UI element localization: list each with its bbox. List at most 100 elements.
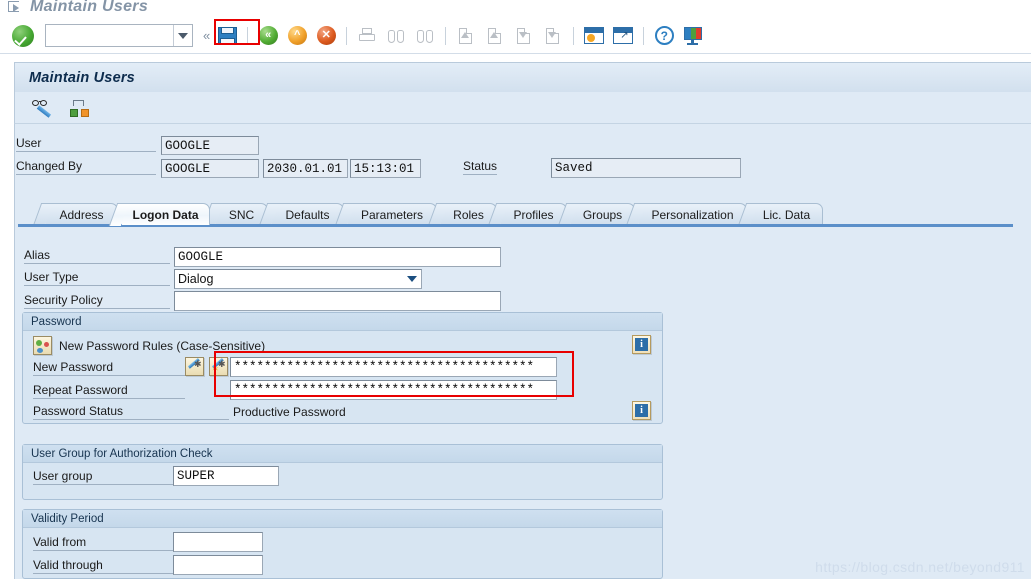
changed-by-row: Changed By	[16, 159, 156, 175]
status-label: Status	[463, 159, 498, 175]
first-page-button[interactable]	[453, 23, 479, 49]
valid-from-row: Valid from	[33, 535, 173, 551]
previous-page-button[interactable]	[482, 23, 508, 49]
customize-monitor-icon	[683, 26, 703, 45]
tab-label: Lic. Data	[762, 207, 811, 222]
tab-groups[interactable]: Groups	[557, 203, 635, 226]
create-shortcut-button[interactable]: ↗	[610, 23, 636, 49]
floppy-disk-icon	[217, 26, 237, 45]
security-policy-label: Security Policy	[24, 293, 170, 309]
suggest-password-button[interactable]: ✱ ✶	[209, 357, 228, 376]
valid-through-input[interactable]	[173, 555, 263, 575]
password-rules-info-button[interactable]: i	[632, 335, 651, 354]
new-password-rules-row[interactable]: New Password Rules (Case-Sensitive)	[33, 336, 265, 355]
help-button[interactable]: ?	[651, 23, 677, 49]
user-type-select[interactable]: Dialog	[174, 269, 422, 289]
main-toolbar: « « ^ ✕ ↗ ?	[0, 18, 1031, 54]
new-password-input[interactable]: ****************************************	[230, 357, 557, 377]
cancel-x-icon: ✕	[316, 26, 336, 45]
printer-icon	[357, 27, 377, 45]
shortcut-icon: ↗	[613, 27, 634, 44]
status-field: Saved	[551, 158, 741, 178]
print-button[interactable]	[354, 23, 380, 49]
chevron-down-icon[interactable]	[403, 276, 421, 282]
create-session-button[interactable]	[581, 23, 607, 49]
user-type-row: User Type	[24, 270, 170, 286]
alias-row: Alias	[24, 248, 170, 264]
password-rules-people-icon[interactable]	[33, 336, 52, 355]
binoculars-plus-icon	[415, 27, 435, 45]
info-i-icon: i	[635, 338, 648, 351]
window-title-bar: Maintain Users	[0, 0, 1031, 18]
toolbar-divider	[247, 26, 249, 45]
valid-from-label: Valid from	[33, 535, 173, 551]
user-label: User	[16, 136, 156, 152]
find-button[interactable]	[383, 23, 409, 49]
exit-button[interactable]: ^	[284, 23, 310, 49]
back-arrow-icon: «	[258, 26, 278, 45]
user-row: User	[16, 136, 156, 152]
changed-time-field[interactable]: 15:13:01	[350, 159, 421, 178]
next-page-button[interactable]	[511, 23, 537, 49]
customize-button[interactable]	[680, 23, 706, 49]
alias-input[interactable]: GOOGLE	[174, 247, 501, 267]
help-question-icon: ?	[654, 26, 674, 45]
structure-nodes-icon	[69, 99, 91, 117]
save-button[interactable]	[214, 23, 240, 49]
cancel-button[interactable]: ✕	[313, 23, 339, 49]
tab-defaults[interactable]: Defaults	[258, 203, 344, 226]
last-page-icon	[543, 27, 563, 45]
changed-by-field[interactable]: GOOGLE	[161, 159, 259, 178]
first-page-icon	[456, 27, 476, 45]
back-button[interactable]: «	[255, 23, 281, 49]
previous-page-icon	[485, 27, 505, 45]
toolbar-divider	[573, 26, 575, 45]
display-change-toggle-button[interactable]	[31, 95, 57, 121]
security-policy-input[interactable]	[174, 291, 501, 311]
toolbar-collapse-icon[interactable]: «	[202, 28, 211, 43]
repeat-password-row: Repeat Password	[33, 383, 185, 399]
new-password-row: New Password	[33, 360, 185, 376]
changed-date-field[interactable]: 2030.01.01	[263, 159, 348, 178]
create-session-icon	[584, 27, 605, 44]
glasses-pencil-icon	[32, 99, 56, 118]
toolbar-divider	[445, 26, 447, 45]
tab-label: Defaults	[285, 207, 330, 222]
password-status-label: Password Status	[33, 404, 229, 420]
tab-personalization[interactable]: Personalization	[625, 203, 747, 226]
user-group-label: User group	[33, 469, 173, 485]
tab-label: Roles	[453, 207, 484, 222]
new-password-label: New Password	[33, 360, 185, 376]
tab-label: Logon Data	[132, 207, 199, 222]
user-group-input[interactable]: SUPER	[173, 466, 279, 486]
user-field[interactable]: GOOGLE	[161, 136, 259, 155]
password-status-info-button[interactable]: i	[632, 401, 651, 420]
tab-lic-data[interactable]: Lic. Data	[737, 203, 823, 226]
command-input[interactable]	[46, 25, 173, 46]
find-next-button[interactable]	[412, 23, 438, 49]
generate-password-button[interactable]: ✱	[185, 357, 204, 376]
last-page-button[interactable]	[540, 23, 566, 49]
changed-by-label: Changed By	[16, 159, 156, 175]
tab-strip: Address Logon Data SNC Defaults Paramete…	[18, 203, 1013, 226]
next-page-icon	[514, 27, 534, 45]
alias-label: Alias	[24, 248, 170, 264]
tab-profiles[interactable]: Profiles	[487, 203, 567, 226]
valid-from-input[interactable]	[173, 532, 263, 552]
tab-parameters[interactable]: Parameters	[334, 203, 437, 226]
tab-address[interactable]: Address	[32, 203, 118, 226]
password-group-title: Password	[23, 313, 662, 331]
measurement-data-button[interactable]	[67, 95, 93, 121]
validity-period-title: Validity Period	[23, 510, 662, 528]
binoculars-icon	[386, 27, 406, 45]
exit-arrow-icon: ^	[287, 26, 307, 45]
page-title: Maintain Users	[29, 69, 135, 86]
tab-label: Personalization	[651, 207, 734, 222]
tab-label: SNC	[228, 207, 255, 222]
chevron-down-icon[interactable]	[173, 25, 192, 46]
tab-logon-data[interactable]: Logon Data	[108, 203, 210, 226]
user-group-title: User Group for Authorization Check	[23, 445, 662, 463]
repeat-password-input[interactable]: ****************************************	[230, 380, 557, 400]
command-field[interactable]	[45, 24, 193, 47]
enter-ok-icon[interactable]	[12, 24, 34, 47]
